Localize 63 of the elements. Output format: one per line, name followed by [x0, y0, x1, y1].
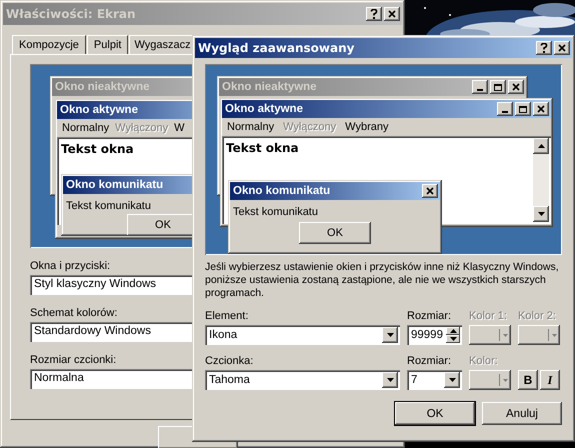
- up-arrow-icon: [450, 329, 456, 333]
- ok-button[interactable]: OK: [299, 222, 371, 244]
- close-icon: [388, 10, 396, 18]
- menu-item[interactable]: W: [174, 122, 185, 134]
- down-arrow-icon: [386, 378, 394, 382]
- down-arrow-icon: [386, 333, 394, 337]
- cancel-button[interactable]: Anuluj: [482, 402, 562, 425]
- spin-field[interactable]: 99999: [407, 325, 462, 345]
- field-label: Rozmiar:: [407, 310, 452, 323]
- field-label: Schemat kolorów:: [30, 307, 118, 320]
- field-label: Okna i przyciski:: [30, 260, 110, 273]
- italic-button[interactable]: I: [540, 370, 560, 390]
- help-icon: [370, 9, 378, 19]
- field-label: Rozmiar czcionki:: [30, 354, 116, 367]
- close-icon: [558, 44, 566, 52]
- maximize-button[interactable]: [515, 102, 531, 116]
- menu-item[interactable]: Normalny: [62, 122, 110, 134]
- close-button[interactable]: [533, 102, 549, 116]
- maximize-icon: [519, 106, 527, 112]
- close-icon: [537, 105, 545, 113]
- window-title: Okno nieaktywne: [222, 81, 318, 93]
- message-text: Tekst komunikatu: [232, 205, 319, 220]
- window-title: Właściwości: Ekran: [6, 7, 137, 21]
- maximize-icon: [494, 84, 502, 90]
- help-button[interactable]: [536, 41, 552, 55]
- window-title: Wygląd zaawansowany: [198, 41, 356, 55]
- field-label: Rozmiar:: [407, 355, 452, 368]
- message-text: Tekst komunikatu: [65, 199, 152, 214]
- down-arrow-icon: [503, 378, 508, 382]
- help-icon: [540, 43, 548, 53]
- tab[interactable]: Pulpit: [86, 35, 128, 54]
- window-title: Okno aktywne: [225, 103, 304, 115]
- dropdown-field[interactable]: Tahoma: [205, 370, 400, 390]
- field-label: Kolor:: [469, 355, 498, 368]
- ok-button[interactable]: OK: [395, 402, 475, 425]
- down-arrow-icon: [448, 378, 456, 382]
- field-label: Czcionka:: [205, 355, 254, 368]
- field-label: Kolor 1:: [469, 310, 507, 323]
- bold-button[interactable]: B: [518, 370, 538, 390]
- down-arrow-icon: [503, 334, 508, 336]
- dropdown-field[interactable]: Ikona: [205, 325, 400, 345]
- field-label: Element:: [205, 310, 248, 323]
- close-button[interactable]: [422, 184, 438, 198]
- scrollbar[interactable]: [533, 138, 549, 222]
- minimize-button[interactable]: [497, 102, 513, 116]
- window-title: Okno komunikatu: [66, 179, 164, 191]
- scroll-up-button[interactable]: [533, 138, 549, 154]
- window-text: Tekst okna: [61, 142, 134, 156]
- close-icon: [426, 187, 434, 195]
- tab[interactable]: Kompozycje: [12, 35, 86, 54]
- menu-item[interactable]: Wybrany: [345, 121, 388, 133]
- down-arrow-icon: [538, 212, 544, 216]
- down-arrow-icon: [450, 337, 456, 341]
- dropdown-field[interactable]: 7: [407, 370, 462, 390]
- window-text: Tekst okna: [226, 141, 299, 155]
- down-arrow-icon: [552, 334, 557, 336]
- up-arrow-icon: [538, 144, 544, 148]
- field-label: Kolor 2:: [518, 310, 556, 323]
- close-icon: [512, 83, 520, 91]
- menu-item[interactable]: Normalny: [227, 121, 274, 133]
- window-title: Okno komunikatu: [233, 185, 332, 197]
- scroll-down-button[interactable]: [533, 206, 549, 222]
- close-button[interactable]: [554, 41, 570, 55]
